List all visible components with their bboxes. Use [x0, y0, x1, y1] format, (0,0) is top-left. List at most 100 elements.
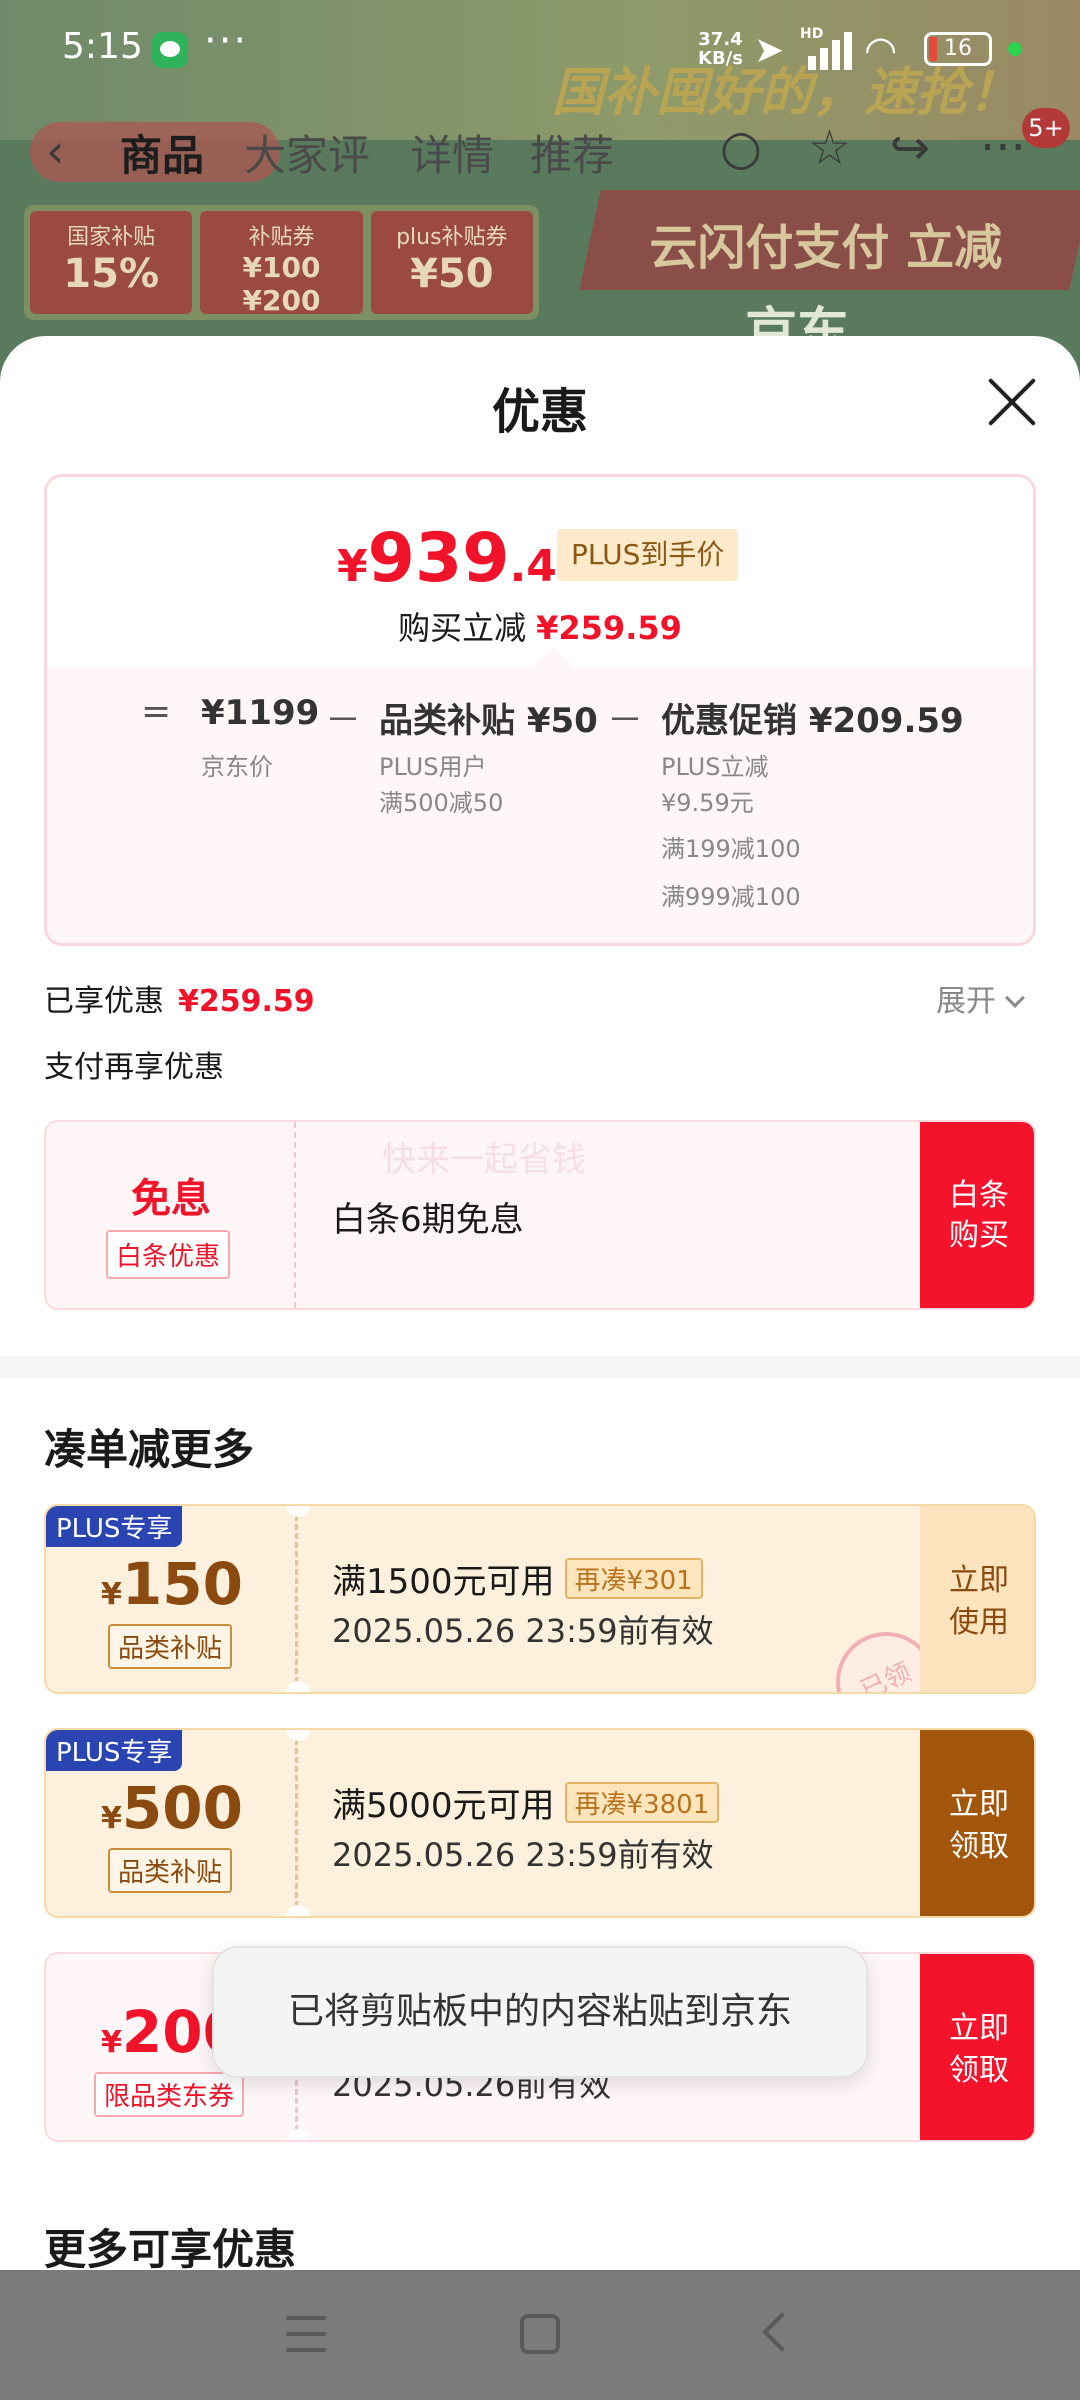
coupon-currency: ¥ — [101, 2025, 122, 2060]
net-speed: 37.4 KB/s — [698, 30, 743, 68]
coupon-value: ¥500 — [46, 1774, 298, 1842]
button-line: 领取 — [949, 1829, 1009, 1864]
close-icon[interactable] — [982, 372, 1042, 432]
button-line: 立即 — [949, 1563, 1009, 1598]
background-coupon: 国家补贴 15% — [30, 211, 193, 314]
coupon-currency: ¥ — [101, 1801, 122, 1836]
coupon-condition-text: 满1500元可用 — [332, 1562, 555, 1602]
wechat-icon — [152, 32, 188, 68]
coupon-tag: 限品类东券 — [94, 2072, 245, 2117]
coupon-condition-text: 满5000元可用 — [332, 1786, 555, 1826]
status-bar: 5:15 ··· 37.4 KB/s ➤ HD ◠ 16 — [0, 0, 1080, 100]
tab-recommend: 推荐 — [530, 131, 615, 180]
price-card: ¥939.41 PLUS到手价 购买立减 ¥259.59 = ¥1199 京东价 … — [44, 474, 1036, 946]
location-arrow-icon: ➤ — [754, 30, 785, 71]
claim-now-button[interactable]: 立即 领取 — [920, 1954, 1034, 2140]
tab-details: 详情 — [410, 131, 495, 180]
minus-sign: － — [607, 700, 644, 741]
category-subsidy-sub: PLUS用户 — [379, 753, 487, 781]
button-line: 立即 — [949, 1787, 1009, 1822]
coupon-notch — [286, 1681, 310, 1692]
bg-coupon-title: 补贴券 — [248, 225, 315, 250]
more-icon: ··· — [980, 120, 1026, 176]
background-promo: 云闪付支付 立减 — [579, 190, 1080, 290]
price-integer: 939 — [367, 519, 510, 598]
bg-coupon-value: 15% — [63, 251, 160, 297]
baitiao-left: 免息 白条优惠 — [46, 1122, 296, 1308]
hd-label: HD — [800, 26, 824, 42]
expand-button[interactable]: 展开 — [936, 976, 1025, 1020]
enjoyed-discount: 已享优惠 ¥259.59 — [44, 976, 315, 1020]
more-benefits-title: 更多可享优惠 — [44, 2225, 297, 2270]
status-time: 5:15 — [62, 26, 143, 67]
home-icon[interactable] — [520, 2314, 560, 2354]
background-coupons: 国家补贴 15% 补贴券 ¥100 ¥200 plus补贴券 ¥50 — [24, 205, 539, 320]
background-nav: ‹ 商品 大家评 详情 推荐 ○ ☆ ↪ ··· — [0, 112, 1080, 192]
equals-sign: = — [141, 691, 172, 732]
jd-price-label: 京东价 — [201, 753, 273, 781]
save-label: 购买立减 — [398, 609, 527, 647]
button-line: 使用 — [949, 1605, 1009, 1640]
baitiao-card: 免息 白条优惠 快来一起省钱 白条6期免息 白条 购买 — [44, 1120, 1036, 1310]
baitiao-text: 白条6期免息 — [332, 1200, 524, 1240]
bg-coupon-title: plus补贴券 — [396, 225, 508, 250]
system-nav-bar — [0, 2270, 1080, 2400]
category-subsidy-amount: 品类补贴 ¥50 — [379, 701, 598, 741]
search-icon: ○ — [720, 120, 762, 176]
final-price: ¥939.41 — [337, 519, 588, 598]
use-now-button[interactable]: 立即 使用 — [920, 1506, 1034, 1692]
coupon-left: PLUS专享 ¥150 品类补贴 — [46, 1506, 298, 1692]
coupon-left: PLUS专享 ¥500 品类补贴 — [46, 1730, 298, 1916]
save-amount: ¥259.59 — [536, 609, 682, 647]
status-dot — [1008, 42, 1022, 56]
coupon-expiry: 2025.05.26 23:59前有效 — [332, 1836, 714, 1874]
clipboard-toast: 已将剪贴板中的内容粘贴到京东 — [212, 1946, 868, 2078]
price-breakdown: = ¥1199 京东价 － 品类补贴 ¥50 PLUS用户 满500减50 － … — [47, 667, 1033, 943]
promo-sub: ¥9.59元 — [661, 789, 754, 817]
plus-price-tag: PLUS到手价 — [557, 529, 739, 581]
net-speed-value: 37.4 — [698, 29, 743, 50]
category-subsidy-sub: 满500减50 — [379, 789, 504, 817]
promo-sub: 满999减100 — [661, 883, 801, 911]
coupon-condition: 满1500元可用 再凑¥301 — [332, 1554, 703, 1603]
bg-coupon-value: ¥100 ¥200 — [242, 251, 321, 317]
section-divider — [0, 1356, 1080, 1378]
bg-coupon-value: ¥50 — [410, 251, 494, 297]
tab-product: 商品 — [120, 131, 205, 180]
coupon-notch — [286, 2129, 310, 2140]
background-coupon: plus补贴券 ¥50 — [370, 211, 533, 314]
coupon-amount: 500 — [121, 1774, 243, 1842]
bg-coupon-title: 国家补贴 — [67, 225, 156, 250]
expand-label: 展开 — [936, 984, 996, 1019]
status-more: ··· — [204, 18, 249, 64]
background-coupon: 补贴券 ¥100 ¥200 — [200, 211, 363, 317]
save-line: 购买立减 ¥259.59 — [47, 603, 1033, 649]
coupon-expiry: 2025.05.26 23:59前有效 — [332, 1612, 714, 1650]
net-speed-unit: KB/s — [698, 48, 743, 69]
button-line: 领取 — [949, 2053, 1009, 2088]
tab-reviews: 大家评 — [244, 131, 371, 180]
claim-now-button[interactable]: 立即 领取 — [920, 1730, 1034, 1916]
baitiao-title: 免息 — [131, 1176, 211, 1222]
baitiao-buy-button[interactable]: 白条 购买 — [920, 1122, 1034, 1308]
price-summary: ¥939.41 PLUS到手价 购买立减 ¥259.59 — [47, 477, 1033, 667]
promo-amount: 优惠促销 ¥209.59 — [661, 701, 964, 741]
star-icon: ☆ — [808, 120, 852, 176]
menu-icon[interactable] — [286, 2316, 326, 2352]
back-icon: ‹ — [46, 124, 65, 178]
coupon-amount: 150 — [121, 1550, 243, 1618]
button-line: 购买 — [949, 1218, 1009, 1253]
coupon-need-tag: 再凑¥301 — [564, 1558, 703, 1599]
battery-icon: 16 — [924, 32, 992, 66]
enjoyed-amount: ¥259.59 — [178, 984, 315, 1019]
more-section-title: 凑单减更多 — [44, 1425, 255, 1474]
pay-more-label: 支付再享优惠 — [44, 1050, 224, 1085]
baitiao-tag: 白条优惠 — [106, 1230, 231, 1279]
notification-badge: 5+ — [1022, 108, 1070, 148]
coupon-need-tag: 再凑¥3801 — [564, 1782, 720, 1823]
price-currency: ¥ — [337, 541, 368, 592]
jd-price-amount: ¥1199 — [201, 693, 320, 733]
back-icon[interactable] — [762, 2312, 802, 2352]
coupon-tag: 品类补贴 — [108, 1848, 233, 1893]
coupon-tag: 品类补贴 — [108, 1624, 233, 1669]
